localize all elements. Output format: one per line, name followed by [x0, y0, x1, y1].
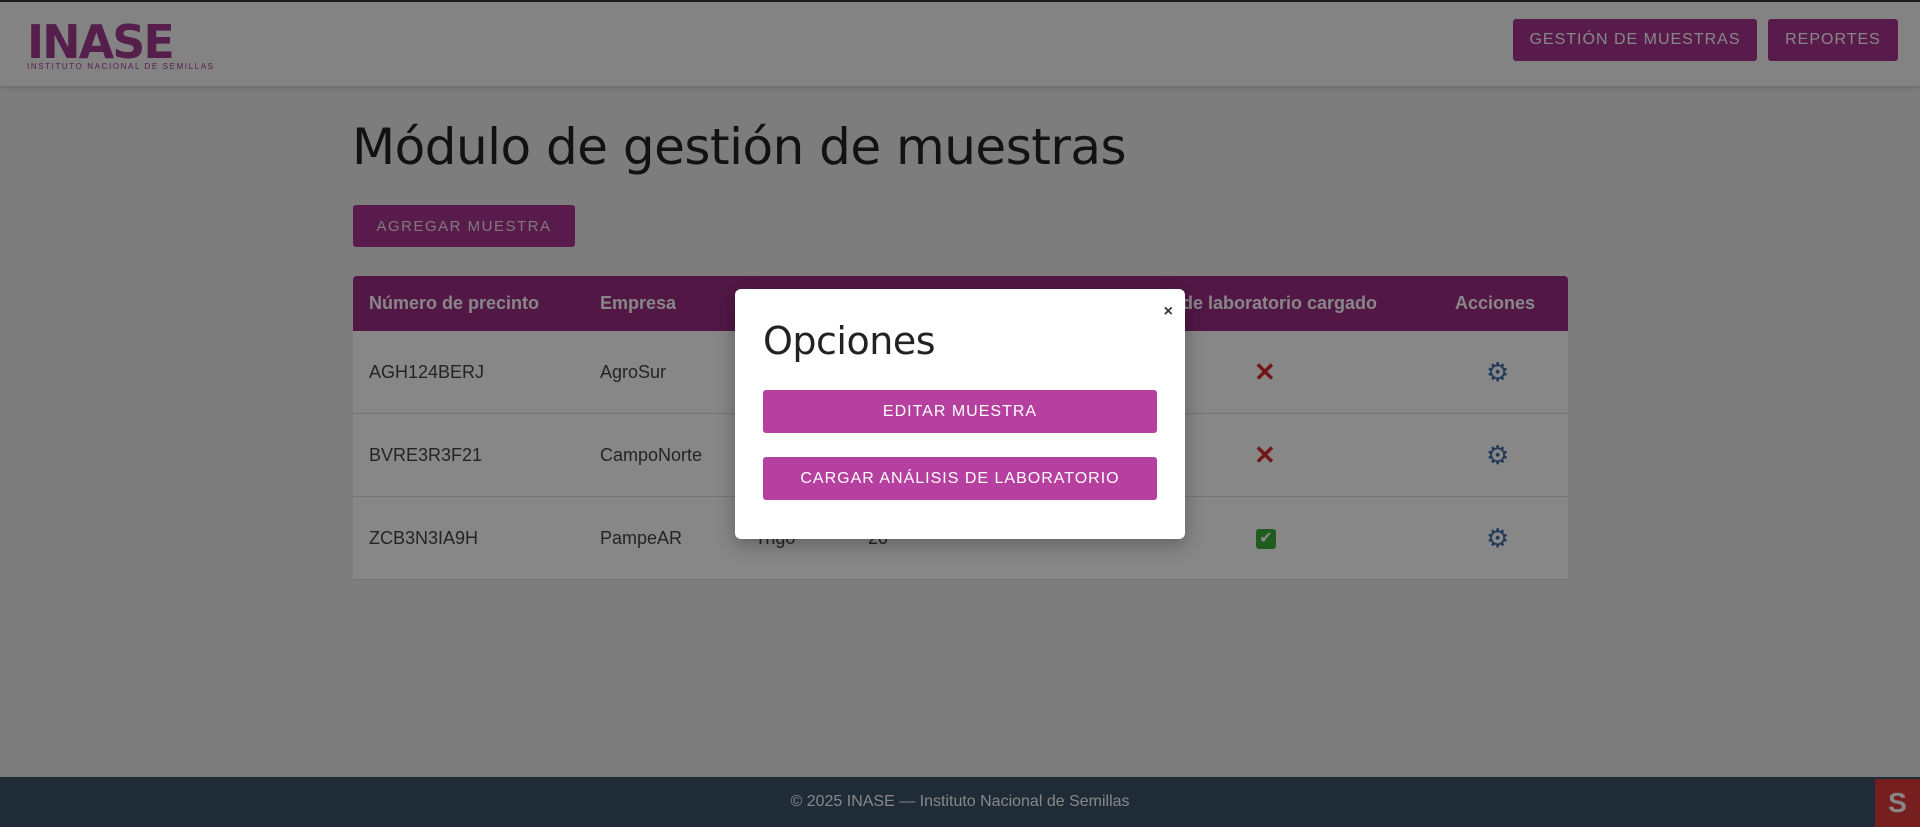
modal-title: Opciones [763, 319, 936, 363]
options-modal: × Opciones EDITAR MUESTRA CARGAR ANÁLISI… [735, 289, 1185, 539]
load-lab-analysis-button[interactable]: CARGAR ANÁLISIS DE LABORATORIO [763, 457, 1157, 500]
edit-sample-button[interactable]: EDITAR MUESTRA [763, 390, 1157, 433]
close-icon[interactable]: × [1164, 303, 1173, 321]
